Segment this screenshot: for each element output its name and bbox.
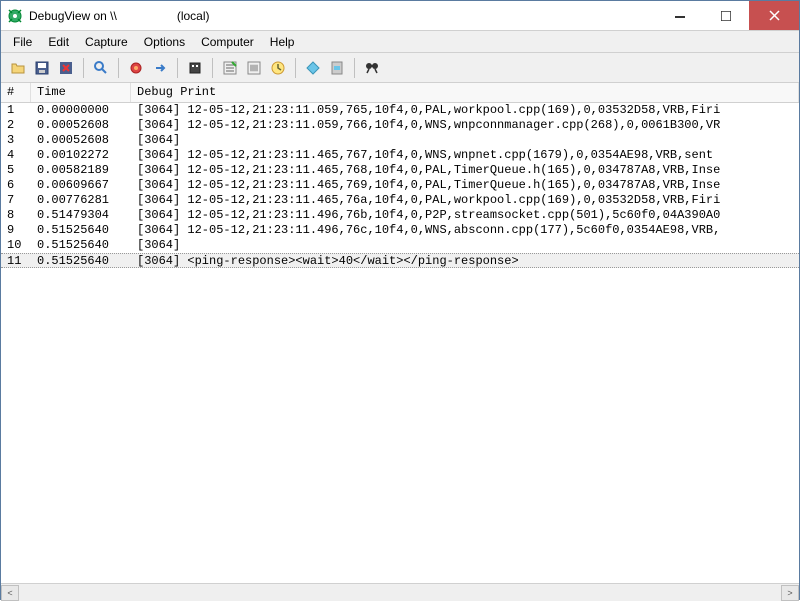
cell-debug: [3064] 12-05-12,21:23:11.465,76a,10f4,0,… bbox=[131, 193, 799, 208]
log-view: # Time Debug Print 10.00000000[3064] 12-… bbox=[1, 83, 799, 583]
cell-num: 11 bbox=[1, 254, 31, 267]
separator bbox=[118, 58, 119, 78]
cell-time: 0.51525640 bbox=[31, 238, 131, 253]
horizontal-scrollbar[interactable]: < > bbox=[1, 583, 799, 601]
menu-options[interactable]: Options bbox=[136, 33, 193, 51]
save-icon[interactable] bbox=[31, 57, 53, 79]
cell-debug: [3064] 12-05-12,21:23:11.496,76c,10f4,0,… bbox=[131, 223, 799, 238]
cell-time: 0.00609667 bbox=[31, 178, 131, 193]
clock-icon[interactable] bbox=[267, 57, 289, 79]
cell-time: 0.00102272 bbox=[31, 148, 131, 163]
cell-time: 0.00052608 bbox=[31, 118, 131, 133]
open-icon[interactable] bbox=[7, 57, 29, 79]
table-row[interactable]: 50.00582189[3064] 12-05-12,21:23:11.465,… bbox=[1, 163, 799, 178]
separator bbox=[212, 58, 213, 78]
find2-icon[interactable] bbox=[361, 57, 383, 79]
cell-num: 10 bbox=[1, 238, 31, 253]
cell-debug: [3064] 12-05-12,21:23:11.465,767,10f4,0,… bbox=[131, 148, 799, 163]
minimize-button[interactable] bbox=[657, 1, 703, 30]
highlight-icon[interactable] bbox=[219, 57, 241, 79]
cell-num: 1 bbox=[1, 103, 31, 118]
cell-time: 0.00776281 bbox=[31, 193, 131, 208]
close-button[interactable] bbox=[749, 1, 799, 30]
cell-debug: [3064] 12-05-12,21:23:11.465,768,10f4,0,… bbox=[131, 163, 799, 178]
cell-debug: [3064] 12-05-12,21:23:11.059,766,10f4,0,… bbox=[131, 118, 799, 133]
scroll-left-button[interactable]: < bbox=[1, 585, 19, 601]
cell-num: 8 bbox=[1, 208, 31, 223]
table-row[interactable]: 100.51525640[3064] bbox=[1, 238, 799, 253]
col-header-time[interactable]: Time bbox=[31, 83, 131, 102]
separator bbox=[177, 58, 178, 78]
scroll-right-button[interactable]: > bbox=[781, 585, 799, 601]
table-row[interactable]: 40.00102272[3064] 12-05-12,21:23:11.465,… bbox=[1, 148, 799, 163]
cell-num: 7 bbox=[1, 193, 31, 208]
clear-icon[interactable] bbox=[55, 57, 77, 79]
cell-num: 6 bbox=[1, 178, 31, 193]
separator bbox=[354, 58, 355, 78]
cell-time: 0.00052608 bbox=[31, 133, 131, 148]
cell-time: 0.00582189 bbox=[31, 163, 131, 178]
title-prefix: DebugView on \\ bbox=[29, 9, 117, 23]
table-row[interactable]: 70.00776281[3064] 12-05-12,21:23:11.465,… bbox=[1, 193, 799, 208]
find-icon[interactable] bbox=[90, 57, 112, 79]
cell-time: 0.51479304 bbox=[31, 208, 131, 223]
app-icon bbox=[7, 8, 23, 24]
window-controls bbox=[657, 1, 799, 30]
title-machine: (local) bbox=[177, 9, 210, 23]
titlebar: DebugView on \\ (local) bbox=[1, 1, 799, 31]
filter-icon[interactable] bbox=[184, 57, 206, 79]
forward-icon[interactable] bbox=[149, 57, 171, 79]
cell-debug: [3064] bbox=[131, 238, 799, 253]
table-row[interactable]: 10.00000000[3064] 12-05-12,21:23:11.059,… bbox=[1, 103, 799, 118]
cell-time: 0.51525640 bbox=[31, 254, 131, 267]
autoscroll-icon[interactable] bbox=[243, 57, 265, 79]
table-row[interactable]: 80.51479304[3064] 12-05-12,21:23:11.496,… bbox=[1, 208, 799, 223]
bookmark-next-icon[interactable] bbox=[326, 57, 348, 79]
scroll-track[interactable] bbox=[19, 585, 781, 601]
table-row[interactable]: 110.51525640[3064] <ping-response><wait>… bbox=[1, 253, 799, 268]
menu-file[interactable]: File bbox=[5, 33, 40, 51]
cell-time: 0.51525640 bbox=[31, 223, 131, 238]
cell-num: 5 bbox=[1, 163, 31, 178]
cell-time: 0.00000000 bbox=[31, 103, 131, 118]
menu-computer[interactable]: Computer bbox=[193, 33, 262, 51]
separator bbox=[83, 58, 84, 78]
menubar: File Edit Capture Options Computer Help bbox=[1, 31, 799, 53]
col-header-num[interactable]: # bbox=[1, 83, 31, 102]
table-row[interactable]: 30.00052608[3064] bbox=[1, 133, 799, 148]
maximize-button[interactable] bbox=[703, 1, 749, 30]
cell-debug: [3064] 12-05-12,21:23:11.496,76b,10f4,0,… bbox=[131, 208, 799, 223]
column-headers: # Time Debug Print bbox=[1, 83, 799, 103]
toolbar bbox=[1, 53, 799, 83]
cell-num: 9 bbox=[1, 223, 31, 238]
menu-help[interactable]: Help bbox=[262, 33, 303, 51]
menu-edit[interactable]: Edit bbox=[40, 33, 77, 51]
cell-debug: [3064] <ping-response><wait>40</wait></p… bbox=[131, 254, 799, 267]
cell-debug: [3064] 12-05-12,21:23:11.465,769,10f4,0,… bbox=[131, 178, 799, 193]
cell-debug: [3064] bbox=[131, 133, 799, 148]
cell-num: 4 bbox=[1, 148, 31, 163]
menu-capture[interactable]: Capture bbox=[77, 33, 136, 51]
table-row[interactable]: 20.00052608[3064] 12-05-12,21:23:11.059,… bbox=[1, 118, 799, 133]
log-rows[interactable]: 10.00000000[3064] 12-05-12,21:23:11.059,… bbox=[1, 103, 799, 268]
col-header-debug[interactable]: Debug Print bbox=[131, 83, 799, 102]
cell-num: 2 bbox=[1, 118, 31, 133]
cell-num: 3 bbox=[1, 133, 31, 148]
table-row[interactable]: 90.51525640[3064] 12-05-12,21:23:11.496,… bbox=[1, 223, 799, 238]
cell-debug: [3064] 12-05-12,21:23:11.059,765,10f4,0,… bbox=[131, 103, 799, 118]
bookmark-set-icon[interactable] bbox=[302, 57, 324, 79]
table-row[interactable]: 60.00609667[3064] 12-05-12,21:23:11.465,… bbox=[1, 178, 799, 193]
separator bbox=[295, 58, 296, 78]
capture-icon[interactable] bbox=[125, 57, 147, 79]
